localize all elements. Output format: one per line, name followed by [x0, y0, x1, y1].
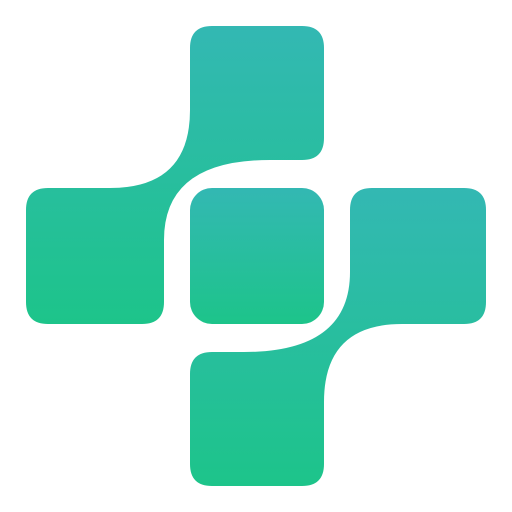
cross-center-block: [190, 188, 324, 324]
logo-canvas: [0, 0, 512, 512]
medical-cross-icon: [26, 26, 486, 486]
